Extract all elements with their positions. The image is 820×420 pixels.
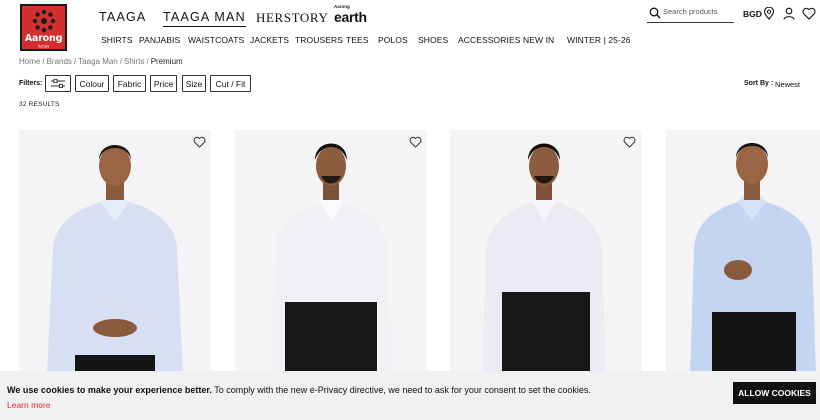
- nav-shirts[interactable]: SHIRTS: [101, 35, 133, 45]
- search-box[interactable]: [647, 5, 734, 23]
- results-count: 32 RESULTS: [19, 101, 60, 108]
- nav-waistcoats[interactable]: WAISTCOATS: [188, 35, 244, 45]
- brand-earth-main: earth: [334, 8, 367, 25]
- heart-outline-icon[interactable]: [193, 136, 206, 148]
- heart-outline-icon[interactable]: [623, 136, 636, 148]
- brand-aarong-earth-link[interactable]: Aarong earth: [334, 4, 367, 25]
- nav-panjabis[interactable]: PANJABIS: [139, 35, 180, 45]
- heart-outline-icon[interactable]: [409, 136, 422, 148]
- learn-more-link[interactable]: Learn more: [7, 400, 50, 410]
- cookie-banner: We use cookies to make your experience b…: [0, 371, 820, 420]
- location-pin-icon[interactable]: [763, 7, 775, 20]
- nav-tees[interactable]: TEES: [346, 35, 369, 45]
- sort-label: Sort By :: [744, 80, 774, 87]
- filter-size-button[interactable]: Size: [182, 75, 206, 92]
- product-card[interactable]: [19, 130, 211, 375]
- breadcrumb-home[interactable]: Home: [19, 57, 40, 66]
- breadcrumb: Home / Brands / Taaga Man / Shirts / Premium: [19, 57, 183, 66]
- breadcrumb-brands[interactable]: Brands: [47, 57, 72, 66]
- brand-taaga-link[interactable]: TAAGA: [99, 10, 146, 24]
- sort-dropdown[interactable]: Newest: [775, 80, 800, 89]
- filter-price-button[interactable]: Price: [150, 75, 177, 92]
- product-image[interactable]: [666, 130, 820, 375]
- nav-polos[interactable]: POLOS: [378, 35, 408, 45]
- region-selector[interactable]: BGD: [743, 9, 762, 19]
- brand-taaga-man-link[interactable]: TAAGA MAN: [163, 10, 246, 27]
- cookie-message-bold: We use cookies to make your experience b…: [7, 385, 212, 395]
- product-image[interactable]: [19, 130, 211, 375]
- product-image[interactable]: [450, 130, 642, 375]
- filter-fabric-button[interactable]: Fabric: [113, 75, 146, 92]
- cookie-message-body: To comply with the new e-Privacy directi…: [211, 385, 591, 395]
- cookie-message: We use cookies to make your experience b…: [7, 385, 591, 395]
- nav-trousers[interactable]: TROUSERS: [295, 35, 343, 45]
- product-card[interactable]: [666, 130, 820, 375]
- breadcrumb-current: Premium: [150, 57, 183, 66]
- breadcrumb-taaga-man[interactable]: Taaga Man: [78, 57, 118, 66]
- breadcrumb-separator: /: [73, 57, 77, 66]
- filters-label: Filters:: [19, 80, 43, 87]
- product-card[interactable]: [235, 130, 427, 375]
- search-icon[interactable]: [649, 7, 661, 19]
- brand-herstory-link[interactable]: HERSTORY: [256, 10, 328, 26]
- aarong-logo-mark: [32, 9, 56, 33]
- nav-shoes[interactable]: SHOES: [418, 35, 448, 45]
- search-input[interactable]: [663, 7, 733, 16]
- allow-cookies-button[interactable]: ALLOW COOKIES: [733, 382, 816, 404]
- breadcrumb-separator: /: [119, 57, 122, 66]
- product-card[interactable]: [450, 130, 642, 375]
- breadcrumb-separator: /: [42, 57, 45, 66]
- heart-icon[interactable]: [802, 7, 816, 20]
- product-image[interactable]: [235, 130, 427, 375]
- user-icon[interactable]: [783, 7, 795, 20]
- sliders-icon: [51, 79, 65, 88]
- nav-new-in[interactable]: NEW IN: [523, 35, 554, 45]
- breadcrumb-shirts[interactable]: Shirts: [124, 57, 144, 66]
- filter-colour-button[interactable]: Colour: [75, 75, 109, 92]
- filter-cut-fit-button[interactable]: Cut / Fit: [210, 75, 251, 92]
- nav-winter[interactable]: WINTER | 25-26: [567, 35, 631, 45]
- logo-subtitle: আড়ং: [37, 44, 50, 50]
- nav-accessories[interactable]: ACCESSORIES: [458, 35, 521, 45]
- nav-jackets[interactable]: JACKETS: [250, 35, 289, 45]
- logo-wordmark: Aarong: [24, 33, 63, 44]
- breadcrumb-separator: /: [146, 57, 149, 66]
- aarong-logo[interactable]: Aarong আড়ং: [20, 4, 67, 51]
- filter-options-button[interactable]: [45, 75, 71, 92]
